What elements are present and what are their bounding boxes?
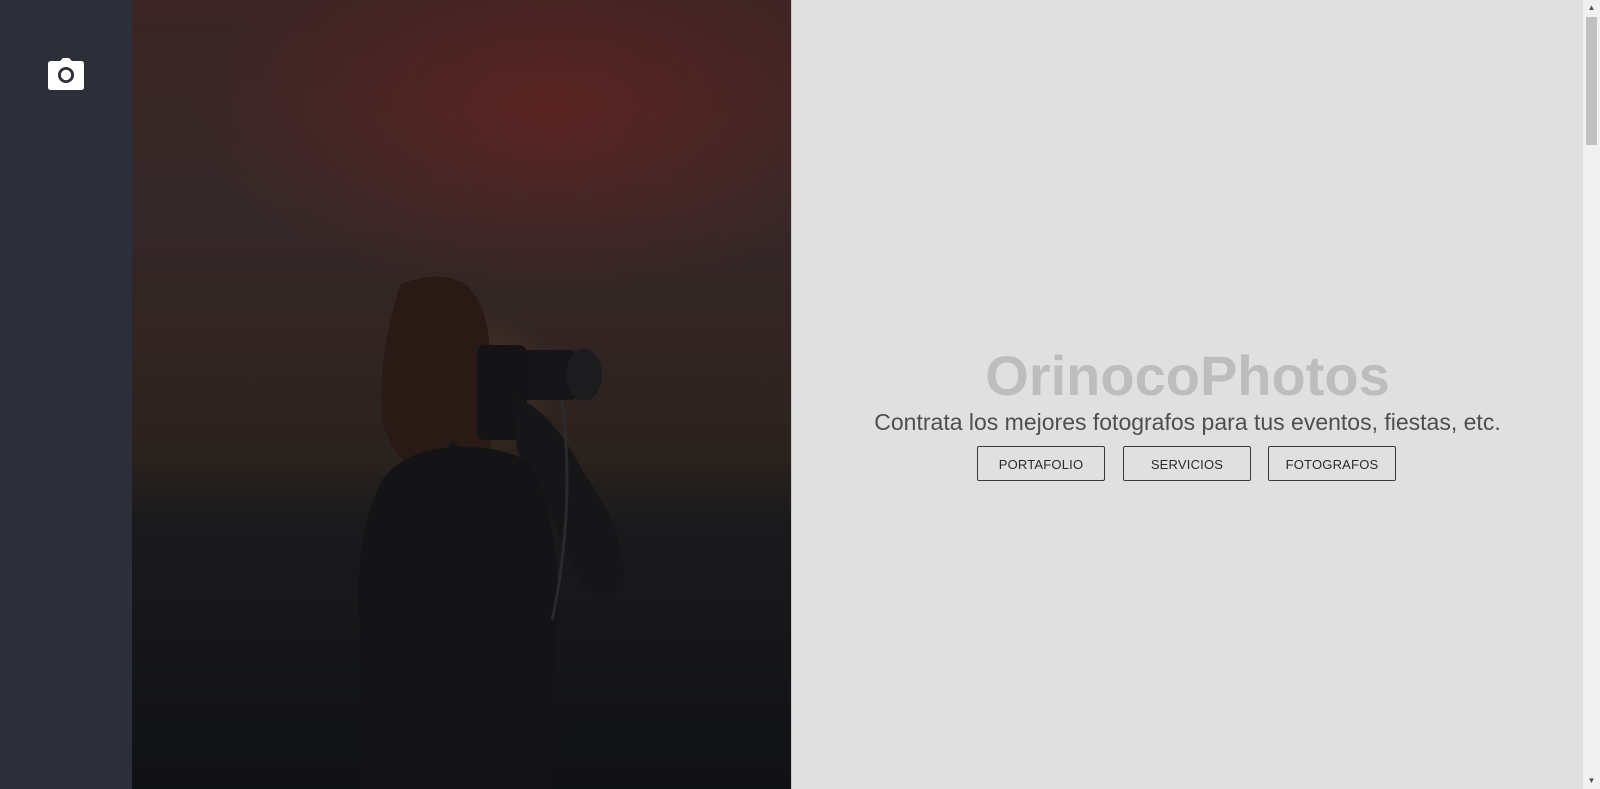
scrollbar-thumb[interactable] [1586,17,1597,145]
scroll-up-arrow-icon[interactable]: ▲ [1583,1,1600,15]
tagline: Contrata los mejores fotografos para tus… [874,409,1501,435]
camera-icon[interactable] [48,58,84,90]
landing-page: OrinocoPhotos Contrata los mejores fotog… [0,0,1600,789]
scroll-down-arrow-icon[interactable]: ▼ [1583,774,1600,788]
main-content: OrinocoPhotos Contrata los mejores fotog… [792,0,1583,789]
hero-photo [132,0,791,789]
servicios-button[interactable]: SERVICIOS [1123,446,1251,481]
vertical-scrollbar[interactable]: ▲ ▼ [1583,0,1600,789]
brand-title: OrinocoPhotos [985,344,1390,407]
sidebar [0,0,132,789]
portafolio-button[interactable]: PORTAFOLIO [977,446,1105,481]
fotografos-button[interactable]: FOTOGRAFOS [1268,446,1396,481]
